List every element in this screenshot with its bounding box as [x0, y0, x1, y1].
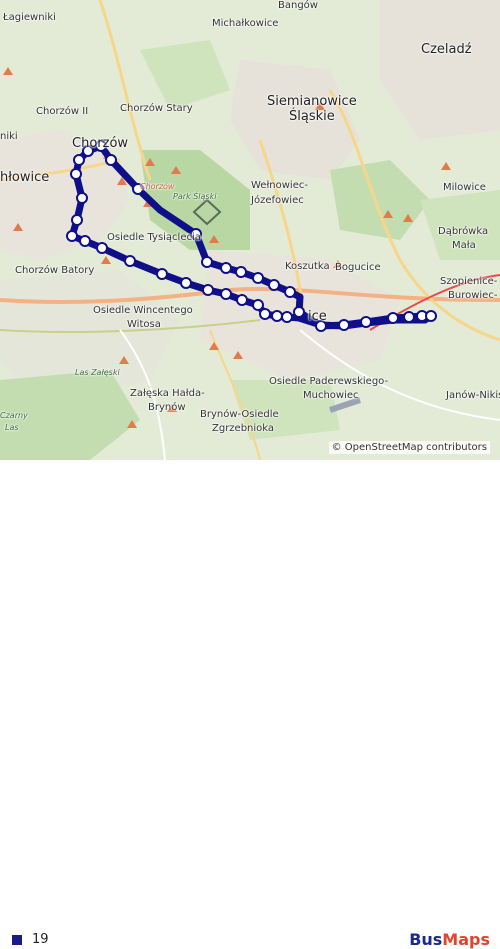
bus-stop-marker[interactable]: [293, 306, 305, 318]
bus-stop-marker[interactable]: [71, 214, 83, 226]
place-label-michalkowice: Michałkowice: [212, 18, 279, 29]
place-label-zgrzebnioka: Zgrzebnioka: [212, 423, 275, 434]
place-label-brynow: Brynów: [148, 402, 186, 413]
bus-stop-marker[interactable]: [281, 311, 293, 323]
place-label-jozefowiec: Józefowiec: [251, 195, 304, 206]
route-number-label: 19: [32, 932, 49, 947]
bus-stop-marker[interactable]: [70, 168, 82, 180]
bus-stop-marker[interactable]: [252, 272, 264, 284]
bus-stop-marker[interactable]: [180, 277, 192, 289]
place-label-burowiec: Burowiec-: [448, 290, 498, 301]
busmaps-logo[interactable]: BusMaps: [409, 930, 490, 949]
map-attribution[interactable]: © OpenStreetMap contributors: [328, 441, 490, 454]
bus-stop-marker[interactable]: [124, 255, 136, 267]
bus-stop-marker[interactable]: [220, 262, 232, 274]
bus-stop-marker[interactable]: [201, 256, 213, 268]
place-label-slaskie: Śląskie: [289, 109, 335, 124]
brand-part-maps: Maps: [442, 930, 490, 949]
place-label-witosa: Witosa: [127, 319, 161, 330]
bus-stop-marker[interactable]: [66, 230, 78, 242]
bus-stop-marker[interactable]: [252, 299, 264, 311]
place-label-hlowice: hłowice: [0, 170, 50, 185]
place-label-koszutka: Koszutka: [285, 261, 330, 272]
bus-stop-marker[interactable]: [387, 312, 399, 324]
place-label-milowice: Milowice: [443, 182, 486, 193]
place-label-czeladz: Czeladź: [421, 42, 472, 57]
place-label-chorzow-batory: Chorzów Batory: [15, 265, 95, 276]
place-label-chorzow-route: Chorzów: [140, 182, 175, 191]
place-label-mala: Mała: [452, 240, 476, 251]
bus-stop-marker[interactable]: [73, 154, 85, 166]
map-canvas: [0, 0, 500, 460]
place-label-las: Las: [5, 423, 19, 432]
bus-stop-marker[interactable]: [220, 288, 232, 300]
place-label-brynow-osiedle: Brynów-Osiedle: [200, 409, 279, 420]
bus-stop-marker[interactable]: [268, 279, 280, 291]
legend-bar: 19 BusMaps: [0, 460, 500, 949]
place-label-czarny: Czarny: [0, 411, 28, 420]
place-label-park-slaski: Park Śląski: [173, 192, 217, 201]
place-label-ice: ice: [308, 309, 327, 324]
place-label-chorzow-ii: Chorzów II: [36, 106, 89, 117]
place-label-muchowiec: Muchowiec: [303, 390, 359, 401]
place-label-bogucice: Bogucice: [335, 262, 381, 273]
place-label-lagiewniki: Łagiewniki: [3, 12, 56, 23]
bus-stop-marker[interactable]: [105, 154, 117, 166]
bus-stop-marker[interactable]: [235, 266, 247, 278]
place-label-wincentego: Osiedle Wincentego: [93, 305, 193, 316]
bus-stop-marker[interactable]: [156, 268, 168, 280]
place-label-siemianowice: Siemianowice: [267, 94, 357, 109]
place-label-osiedle-tysiaclecia: Osiedle Tysiąclecia: [107, 232, 201, 243]
bus-stop-marker[interactable]: [338, 319, 350, 331]
place-label-chorzow: Chorzów: [72, 136, 129, 151]
place-label-paderewskiego: Osiedle Paderewskiego-: [269, 376, 389, 387]
place-label-bangow: Bangów: [278, 0, 318, 11]
bus-stop-marker[interactable]: [284, 286, 296, 298]
bus-stop-marker[interactable]: [236, 294, 248, 306]
bus-stop-marker[interactable]: [360, 316, 372, 328]
bus-stop-marker[interactable]: [259, 308, 271, 320]
bus-stop-marker[interactable]: [76, 192, 88, 204]
bus-stop-marker[interactable]: [425, 310, 437, 322]
place-label-dabrowka: Dąbrówka: [438, 226, 489, 237]
brand-part-bus: Bus: [409, 930, 443, 949]
place-label-chorzow-stary: Chorzów Stary: [120, 103, 193, 114]
bus-stop-marker[interactable]: [96, 242, 108, 254]
place-label-szopienice: Szopienice-: [440, 276, 498, 287]
bus-stop-marker[interactable]: [79, 235, 91, 247]
place-label-janow-nikis: Janów-Nikis: [446, 390, 500, 401]
place-label-zaleska-halda: Załęska Hałda-: [130, 388, 205, 399]
bus-stop-marker[interactable]: [403, 311, 415, 323]
place-label-niki: niki: [0, 131, 18, 142]
place-label-las-zaleski: Las Załęski: [75, 368, 120, 377]
route-color-swatch: [12, 935, 22, 945]
bus-stop-marker[interactable]: [271, 310, 283, 322]
map-view[interactable]: Łagiewniki Bangów Michałkowice Czeladź C…: [0, 0, 500, 460]
bus-stop-marker[interactable]: [202, 284, 214, 296]
place-label-welnowiec: Wełnowiec-: [251, 180, 308, 191]
